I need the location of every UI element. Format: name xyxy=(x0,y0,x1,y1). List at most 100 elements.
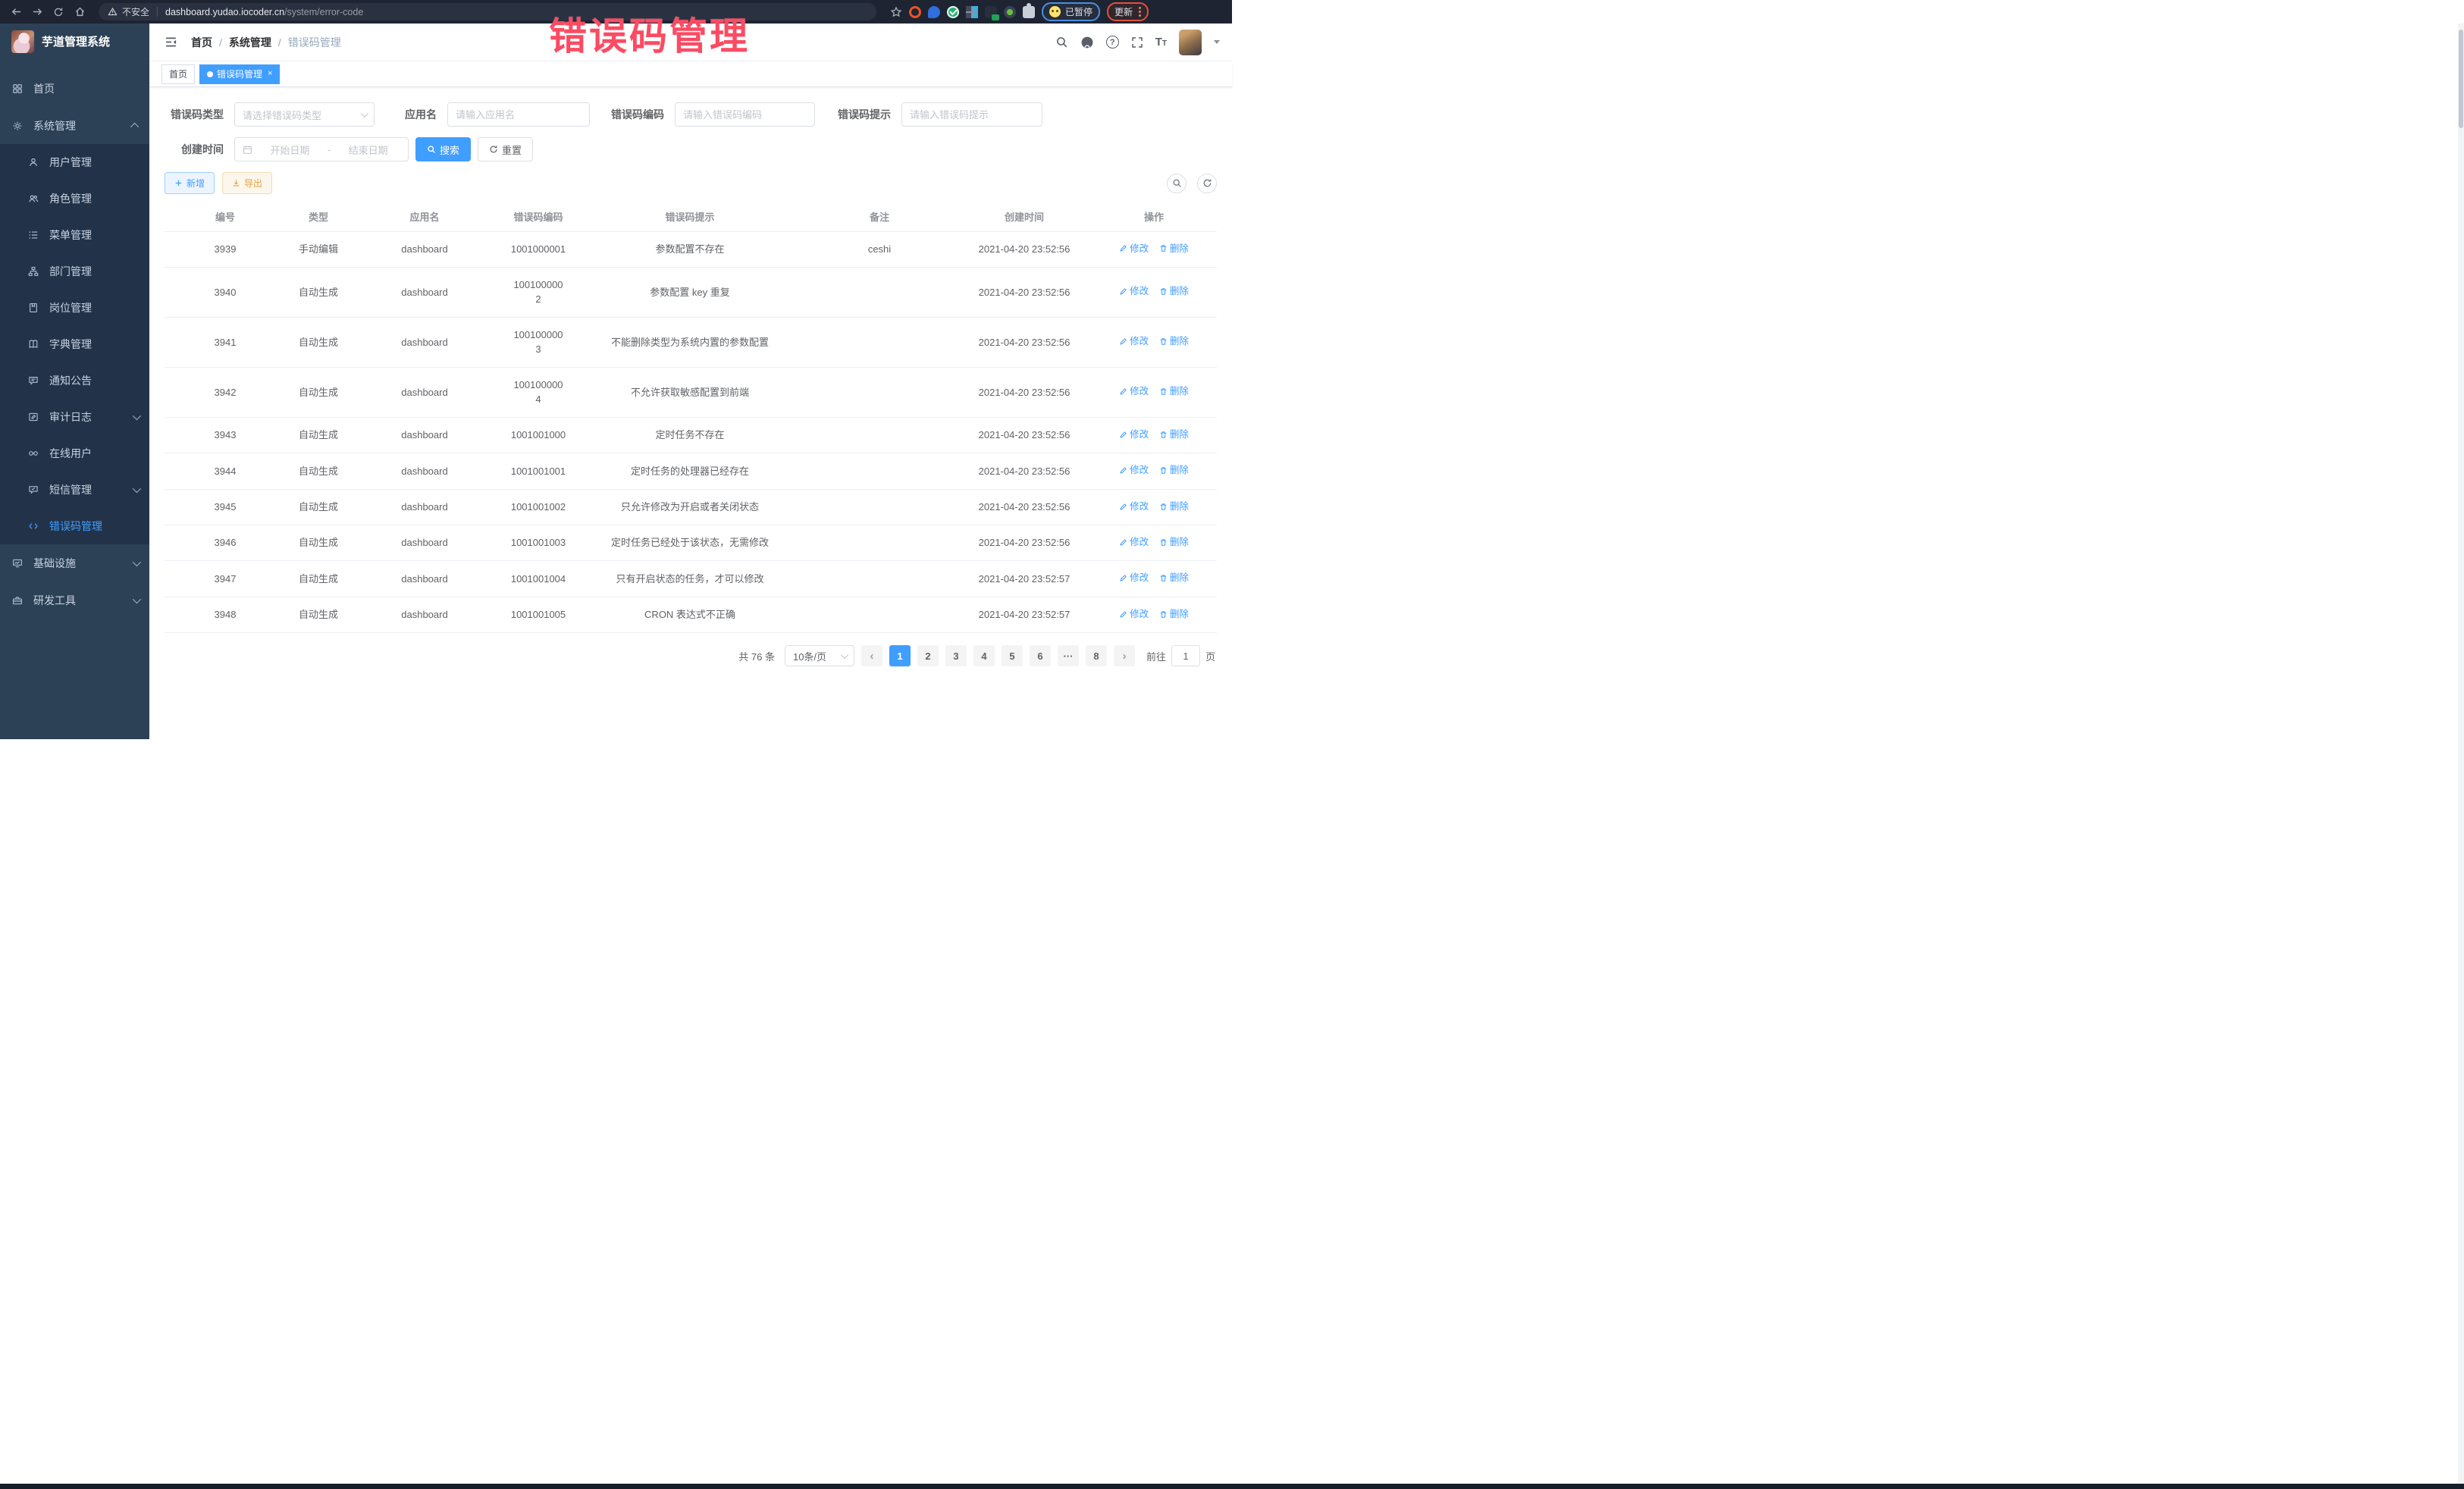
page-button-5[interactable]: 5 xyxy=(1002,645,1023,666)
trash-icon xyxy=(1159,337,1168,346)
scrollbar-thumb[interactable] xyxy=(2459,30,2463,128)
browser-forward-button[interactable] xyxy=(29,4,45,20)
edit-link[interactable]: 修改 xyxy=(1119,607,1149,622)
bookmark-star-icon[interactable] xyxy=(890,6,902,18)
toggle-search-button[interactable] xyxy=(1167,174,1187,193)
address-bar[interactable]: 不安全 dashboard.yudao.iocoder.cn/system/er… xyxy=(99,3,876,20)
sidebar-item-home[interactable]: 首页 xyxy=(0,70,149,107)
sidebar-item-notice-announcement[interactable]: 通知公告 xyxy=(0,362,149,399)
extension-icon-green-check[interactable] xyxy=(947,6,959,18)
sidebar-item-dict-management[interactable]: 字典管理 xyxy=(0,326,149,362)
extension-icon-grid[interactable] xyxy=(966,6,978,18)
delete-link[interactable]: 删除 xyxy=(1159,284,1189,299)
warning-icon xyxy=(108,7,118,17)
edit-link[interactable]: 修改 xyxy=(1119,284,1149,299)
delete-link[interactable]: 删除 xyxy=(1159,384,1189,399)
extension-icon-green-pin[interactable] xyxy=(1004,6,1016,18)
github-icon[interactable] xyxy=(1080,36,1094,49)
extension-icon-blue-drop[interactable] xyxy=(928,6,940,18)
sidebar-item-department-management[interactable]: 部门管理 xyxy=(0,253,149,290)
next-page-button[interactable]: › xyxy=(1114,645,1135,666)
sidebar-item-role-management[interactable]: 角色管理 xyxy=(0,180,149,217)
edit-link[interactable]: 修改 xyxy=(1119,571,1149,585)
sidebar-item-error-code-management[interactable]: 错误码管理 xyxy=(0,508,149,544)
search-icon xyxy=(1172,178,1182,188)
sidebar-item-sms-management[interactable]: 短信管理 xyxy=(0,472,149,508)
edit-link[interactable]: 修改 xyxy=(1119,535,1149,550)
edit-link[interactable]: 修改 xyxy=(1119,463,1149,478)
tag-home[interactable]: 首页 xyxy=(161,64,195,84)
sidebar-item-user-management[interactable]: 用户管理 xyxy=(0,144,149,180)
font-size-icon[interactable]: TT xyxy=(1155,36,1167,49)
edit-link[interactable]: 修改 xyxy=(1119,500,1149,514)
edit-link[interactable]: 修改 xyxy=(1119,428,1149,442)
tag-error-code-management[interactable]: 错误码管理 × xyxy=(199,64,280,84)
delete-link[interactable]: 删除 xyxy=(1159,571,1189,585)
edit-link[interactable]: 修改 xyxy=(1119,334,1149,349)
page-scrollbar[interactable] xyxy=(2458,24,2464,1484)
tag-close-icon[interactable]: × xyxy=(268,70,272,78)
search-icon[interactable] xyxy=(1055,36,1068,49)
column-header-hint: 错误码提示 xyxy=(578,204,801,231)
add-button[interactable]: 新增 xyxy=(165,172,215,194)
error-hint-field[interactable] xyxy=(901,102,1042,127)
export-button[interactable]: 导出 xyxy=(222,172,272,194)
error-type-select[interactable]: 请选择错误码类型 xyxy=(234,102,375,127)
browser-back-button[interactable] xyxy=(8,4,24,20)
page-button-6[interactable]: 6 xyxy=(1030,645,1051,666)
extension-icon-orange[interactable] xyxy=(909,6,921,18)
page-button-4[interactable]: 4 xyxy=(973,645,995,666)
search-button[interactable]: 搜索 xyxy=(415,137,471,161)
refresh-table-button[interactable] xyxy=(1197,174,1217,193)
app-logo-row[interactable]: 芋道管理系统 xyxy=(0,24,149,59)
sidebar-item-system-management[interactable]: 系统管理 xyxy=(0,107,149,144)
browser-reload-button[interactable] xyxy=(50,4,67,20)
extensions-puzzle-icon[interactable] xyxy=(1023,6,1035,18)
page-button-8[interactable]: 8 xyxy=(1086,645,1107,666)
sidebar-item-infrastructure[interactable]: 基础设施 xyxy=(0,544,149,581)
sidebar-item-online-users[interactable]: 在线用户 xyxy=(0,435,149,472)
users-icon xyxy=(28,193,39,204)
sidebar-toggle-button[interactable] xyxy=(161,33,180,52)
sidebar-item-audit-log[interactable]: 审计日志 xyxy=(0,399,149,435)
delete-link[interactable]: 删除 xyxy=(1159,428,1189,442)
sidebar-item-post-management[interactable]: 岗位管理 xyxy=(0,290,149,326)
delete-link[interactable]: 删除 xyxy=(1159,535,1189,550)
browser-update-button[interactable]: 更新 xyxy=(1107,2,1149,21)
page-button-2[interactable]: 2 xyxy=(917,645,939,666)
page-button-3[interactable]: 3 xyxy=(945,645,967,666)
delete-link[interactable]: 删除 xyxy=(1159,463,1189,478)
delete-link[interactable]: 删除 xyxy=(1159,500,1189,514)
delete-link[interactable]: 删除 xyxy=(1159,242,1189,256)
sidebar-item-menu-management[interactable]: 菜单管理 xyxy=(0,217,149,253)
prev-page-button[interactable]: ‹ xyxy=(861,645,882,666)
cell-remark xyxy=(801,605,958,625)
reset-button[interactable]: 重置 xyxy=(478,137,533,161)
delete-link[interactable]: 删除 xyxy=(1159,607,1189,622)
delete-link[interactable]: 删除 xyxy=(1159,334,1189,349)
cell-app: dashboard xyxy=(351,418,498,453)
sidebar-item-dev-tools[interactable]: 研发工具 xyxy=(0,581,149,619)
user-avatar[interactable] xyxy=(1179,30,1202,55)
error-code-field[interactable] xyxy=(675,102,815,127)
page-content: 错误码类型 请选择错误码类型 应用名 错误码编码 错误码提示 创 xyxy=(149,87,1232,739)
edit-link[interactable]: 修改 xyxy=(1119,384,1149,399)
page-button-1[interactable]: 1 xyxy=(889,645,911,666)
page-size-select[interactable]: 10条/页 xyxy=(785,645,854,666)
breadcrumb-home[interactable]: 首页 xyxy=(191,35,212,50)
more-pages-button[interactable]: ··· xyxy=(1058,645,1079,666)
date-range-picker[interactable]: 开始日期 - 结束日期 xyxy=(234,137,409,161)
extension-icon-on-badge[interactable] xyxy=(985,6,997,18)
cell-actions: 修改 删除 xyxy=(1091,490,1217,525)
breadcrumb-system[interactable]: 系统管理 xyxy=(229,35,271,50)
app-name-field[interactable] xyxy=(447,102,590,127)
help-icon[interactable]: ? xyxy=(1106,36,1119,49)
browser-menu-icon[interactable] xyxy=(1139,7,1141,17)
goto-page-input[interactable] xyxy=(1171,645,1200,666)
browser-home-button[interactable] xyxy=(71,4,88,20)
fullscreen-icon[interactable] xyxy=(1131,36,1143,49)
paused-extension-chip[interactable]: 已暂停 xyxy=(1042,2,1100,21)
cell-actions: 修改 删除 xyxy=(1091,525,1217,560)
avatar-caret-icon[interactable] xyxy=(1214,40,1220,44)
edit-link[interactable]: 修改 xyxy=(1119,242,1149,256)
